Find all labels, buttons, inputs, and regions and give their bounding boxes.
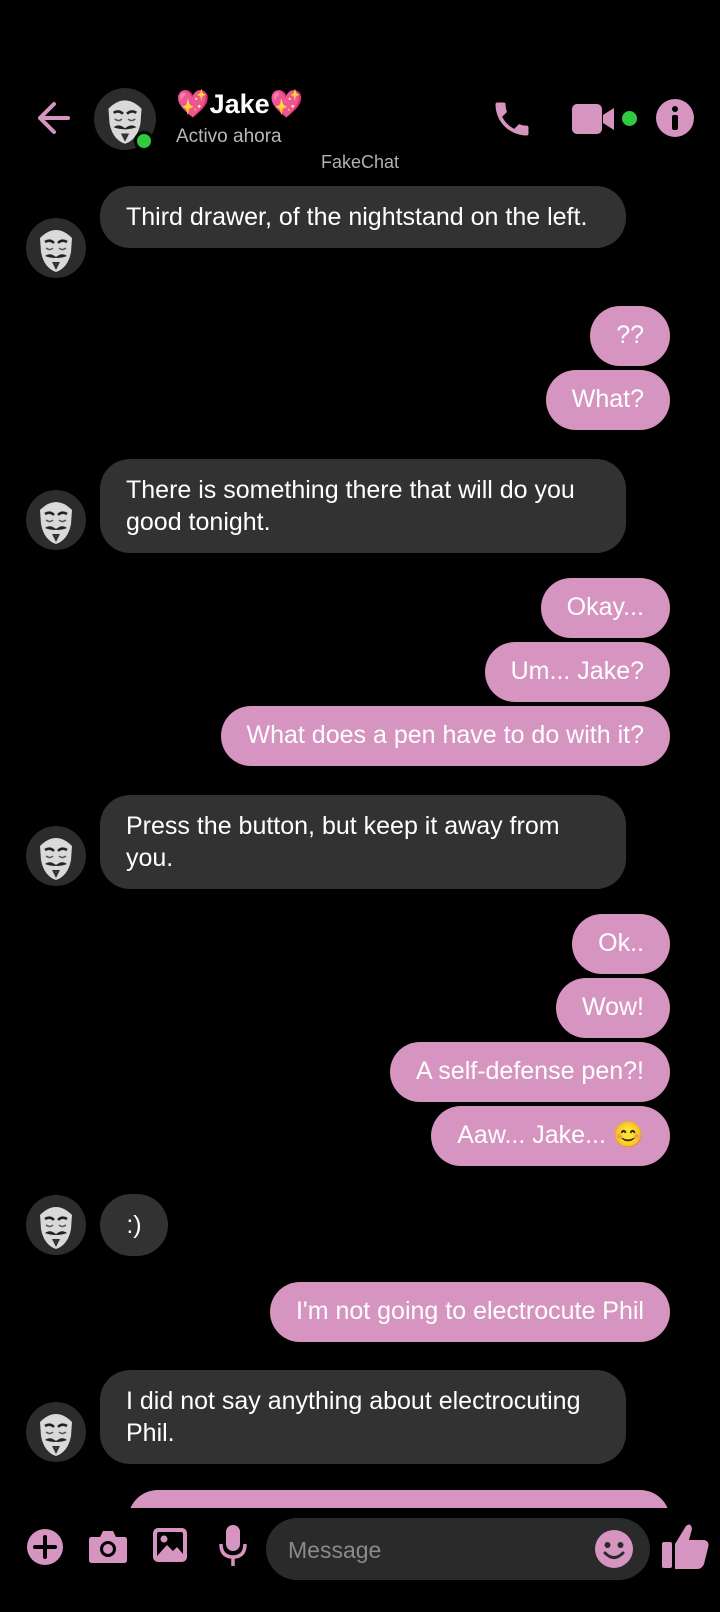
contact-avatar-small bbox=[26, 826, 86, 886]
message-incoming[interactable]: :) bbox=[100, 1194, 168, 1256]
back-arrow-icon[interactable] bbox=[34, 98, 72, 138]
image-icon[interactable] bbox=[152, 1527, 188, 1563]
message-outgoing[interactable]: Aaw... Jake... 😊 bbox=[431, 1106, 670, 1166]
message-outgoing-partial[interactable] bbox=[128, 1490, 670, 1508]
phone-icon[interactable] bbox=[490, 97, 534, 141]
thumbs-up-icon[interactable] bbox=[660, 1520, 712, 1572]
video-camera-icon[interactable] bbox=[572, 102, 616, 136]
message-incoming[interactable]: There is something there that will do yo… bbox=[100, 459, 626, 553]
composer-bar bbox=[0, 1508, 720, 1612]
info-icon[interactable] bbox=[655, 98, 695, 138]
microphone-icon[interactable] bbox=[218, 1524, 248, 1568]
message-outgoing[interactable]: ?? bbox=[590, 306, 670, 366]
message-outgoing[interactable]: A self-defense pen?! bbox=[390, 1042, 670, 1102]
emoji-icon[interactable] bbox=[594, 1529, 634, 1569]
video-active-dot bbox=[622, 111, 637, 126]
plus-icon[interactable] bbox=[26, 1528, 64, 1566]
message-list[interactable]: Third drawer, of the nightstand on the l… bbox=[0, 180, 720, 1508]
contact-avatar-small bbox=[26, 218, 86, 278]
message-outgoing[interactable]: What? bbox=[545, 370, 670, 430]
message-outgoing[interactable]: What does a pen have to do with it? bbox=[220, 706, 670, 766]
online-indicator bbox=[134, 131, 154, 151]
message-outgoing[interactable]: Wow! bbox=[555, 978, 670, 1038]
message-outgoing[interactable]: Okay... bbox=[540, 578, 670, 638]
contact-avatar-small bbox=[26, 490, 86, 550]
contact-name[interactable]: 💖Jake💖 bbox=[176, 88, 303, 120]
contact-avatar-small bbox=[26, 1195, 86, 1255]
message-incoming[interactable]: Third drawer, of the nightstand on the l… bbox=[100, 186, 626, 248]
message-outgoing[interactable]: Ok.. bbox=[572, 914, 670, 974]
contact-status: Activo ahora bbox=[176, 126, 282, 147]
message-input-container[interactable] bbox=[266, 1518, 650, 1582]
message-incoming[interactable]: Press the button, but keep it away from … bbox=[100, 795, 626, 889]
camera-icon[interactable] bbox=[88, 1528, 128, 1564]
message-incoming[interactable]: I did not say anything about electrocuti… bbox=[100, 1370, 626, 1464]
message-outgoing[interactable]: I'm not going to electrocute Phil bbox=[269, 1282, 670, 1342]
message-outgoing[interactable]: Um... Jake? bbox=[484, 642, 670, 702]
message-input[interactable] bbox=[286, 1518, 590, 1582]
app-label: FakeChat bbox=[320, 152, 400, 172]
chat-header: 💖Jake💖 Activo ahora FakeChat bbox=[0, 0, 720, 180]
contact-avatar-small bbox=[26, 1402, 86, 1462]
